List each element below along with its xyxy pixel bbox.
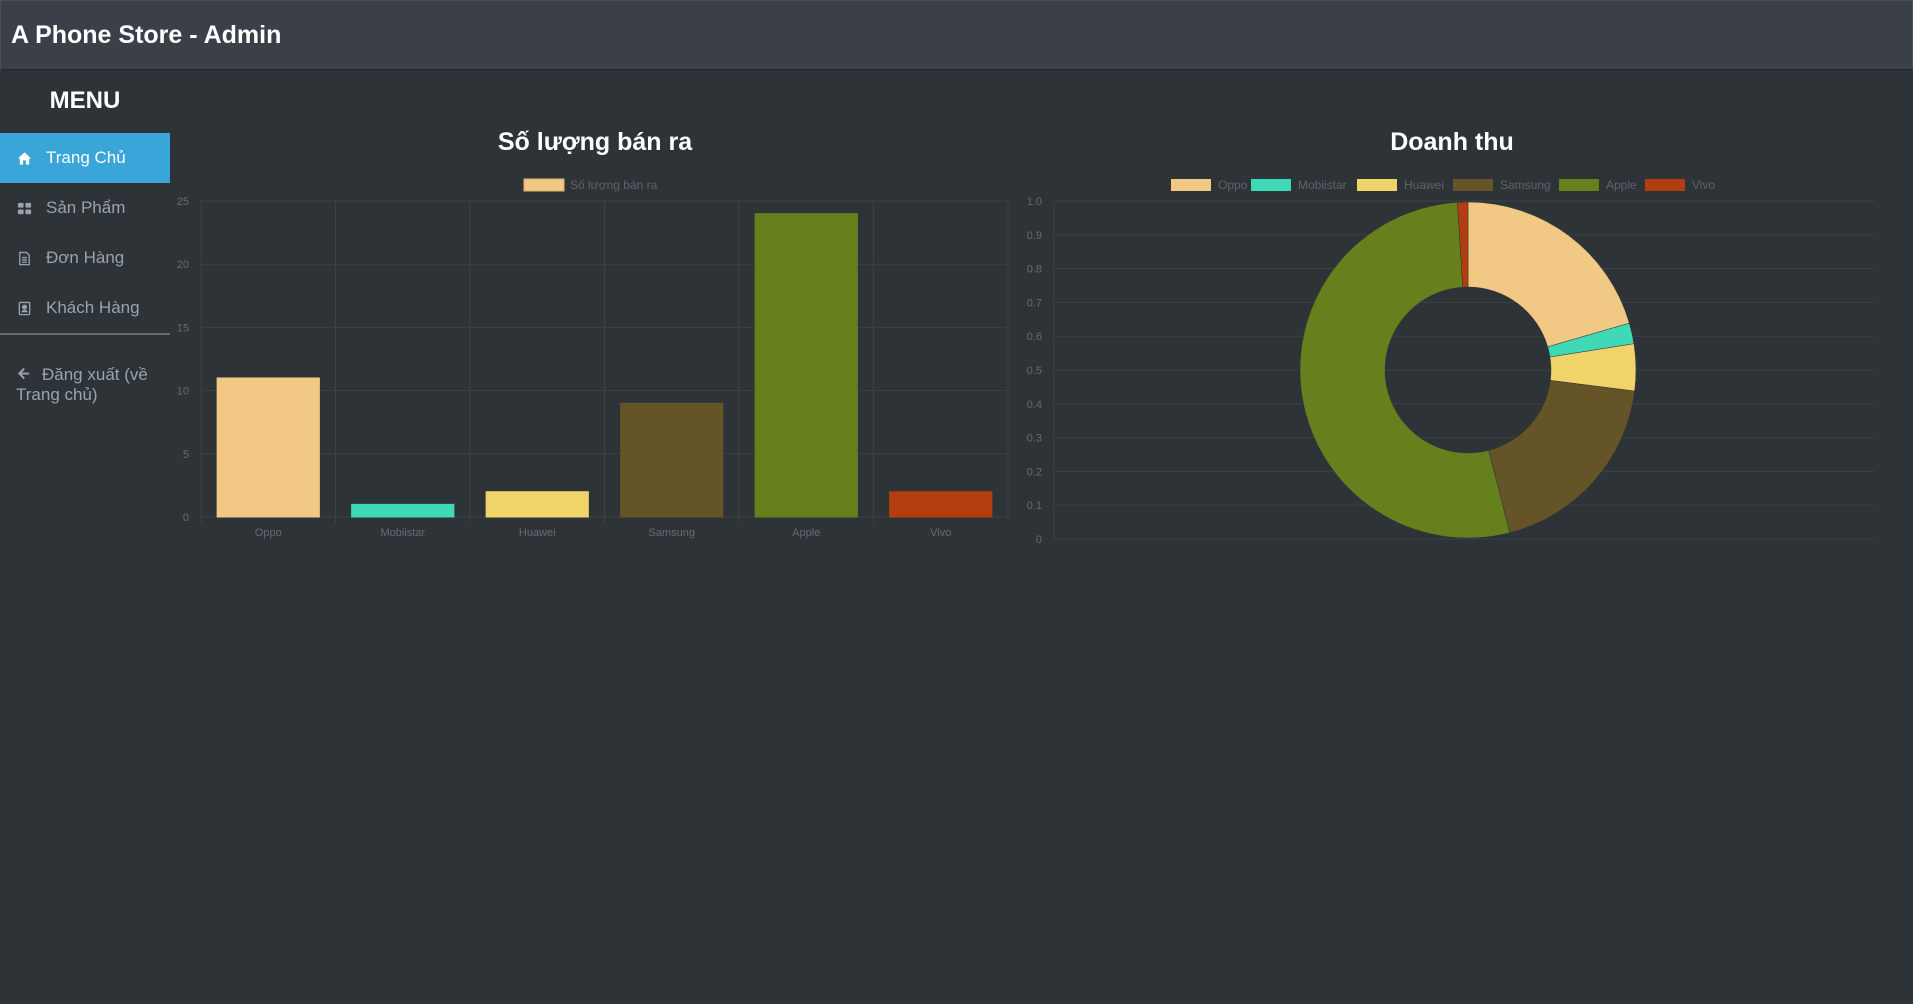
y-tick-label: 0.3 — [1027, 433, 1042, 445]
sidebar-item-label: Trang Chủ — [46, 148, 126, 167]
y-tick-label: 0.9 — [1027, 230, 1042, 242]
logout-label: Đăng xuất (về Trang chủ) — [16, 365, 148, 404]
y-tick-label: 0.2 — [1027, 466, 1042, 478]
x-tick-label: Mobiistar — [380, 527, 425, 539]
y-tick-label: 0 — [1036, 534, 1042, 546]
legend-label: Mobiistar — [1298, 178, 1347, 192]
legend-label: Oppo — [1218, 178, 1248, 192]
doughnut-chart-title: Doanh thu — [1390, 128, 1514, 156]
document-icon — [16, 250, 32, 266]
x-tick-label: Vivo — [930, 527, 951, 539]
bar — [889, 491, 993, 518]
y-tick-label: 0 — [183, 512, 189, 524]
legend-swatch — [1645, 179, 1685, 191]
legend-swatch — [1251, 179, 1291, 191]
legend-label: Số lượng bán ra — [570, 178, 658, 192]
sidebar-item-don-hang[interactable]: Đơn Hàng — [0, 233, 170, 283]
doughnut-slice — [1488, 380, 1635, 534]
y-tick-label: 0.1 — [1027, 500, 1042, 512]
y-tick-label: 5 — [183, 449, 189, 461]
menu-title: MENU — [49, 87, 121, 114]
sidebar-item-trang-chu[interactable]: Trang Chủ — [0, 133, 170, 183]
legend-swatch — [1357, 179, 1397, 191]
arrow-left-icon — [16, 366, 32, 385]
doughnut-chart: Oppo Mobiistar Huawei Samsung Apple Vivo 0 0.1 0… — [1027, 178, 1875, 546]
bar — [620, 402, 724, 518]
legend-label: Huawei — [1404, 178, 1444, 192]
sidebar-item-khach-hang[interactable]: Khách Hàng — [0, 283, 170, 333]
y-tick-label: 0.6 — [1027, 331, 1042, 343]
bar — [216, 377, 320, 518]
legend-swatch — [523, 178, 565, 192]
bar — [485, 491, 589, 518]
bar-chart: Số lượng bán ra 0 5 10 15 20 25 Oppo Mobiistar Hu… — [177, 178, 1009, 539]
grid-icon — [16, 200, 32, 216]
x-tick-label: Huawei — [519, 527, 556, 539]
logout-link[interactable]: Đăng xuất (về Trang chủ) — [16, 365, 166, 404]
sidebar-item-label: Đơn Hàng — [46, 248, 125, 267]
x-tick-label: Oppo — [255, 527, 282, 539]
contact-book-icon — [16, 300, 32, 316]
sidebar-item-san-pham[interactable]: Sản Phẩm — [0, 183, 170, 233]
y-tick-label: 0.5 — [1027, 365, 1042, 377]
home-icon — [16, 150, 32, 166]
legend-swatch — [1171, 179, 1211, 191]
legend-label: Vivo — [1692, 178, 1715, 192]
x-tick-label: Samsung — [649, 527, 695, 539]
y-tick-label: 25 — [177, 196, 189, 208]
bar — [351, 503, 455, 518]
y-tick-label: 10 — [177, 386, 189, 398]
sidebar-item-label: Khách Hàng — [46, 298, 140, 317]
bar — [754, 213, 858, 518]
sidebar-item-label: Sản Phẩm — [46, 198, 126, 217]
legend-swatch — [1559, 179, 1599, 191]
x-tick-label: Apple — [792, 527, 820, 539]
app-title: A Phone Store - Admin — [11, 21, 282, 49]
y-tick-label: 0.8 — [1027, 264, 1042, 276]
sidebar-divider — [0, 333, 170, 335]
y-tick-label: 0.7 — [1027, 297, 1042, 309]
y-tick-label: 15 — [177, 322, 189, 334]
y-tick-label: 0.4 — [1027, 399, 1042, 411]
top-header: A Phone Store - Admin — [0, 0, 1913, 70]
y-tick-label: 20 — [177, 259, 189, 271]
legend-label: Apple — [1606, 178, 1637, 192]
doughnut-slice — [1467, 201, 1630, 348]
legend-label: Samsung — [1500, 178, 1551, 192]
bar-chart-title: Số lượng bán ra — [497, 128, 693, 156]
legend-swatch — [1453, 179, 1493, 191]
y-tick-label: 1.0 — [1027, 196, 1042, 208]
